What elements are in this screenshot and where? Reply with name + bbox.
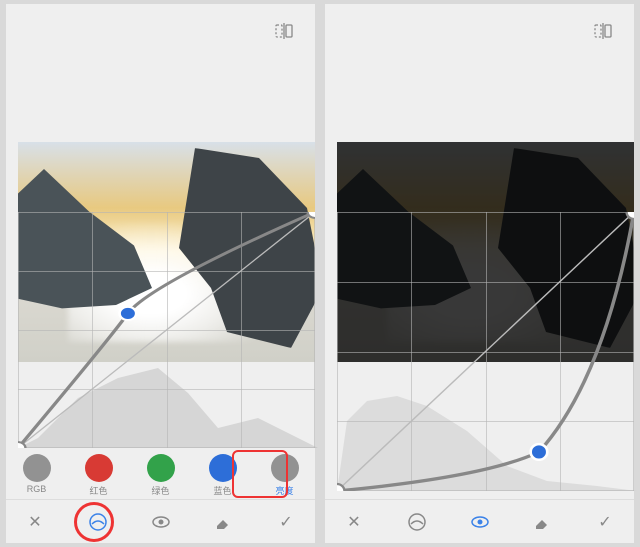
bottom-toolbar: ✕ ✓	[325, 499, 634, 543]
channel-label: 亮度	[275, 484, 293, 497]
eraser-icon[interactable]	[212, 511, 234, 533]
channel-luminance[interactable]: 亮度	[262, 454, 308, 497]
top-toolbar	[325, 4, 634, 58]
compare-icon[interactable]	[594, 22, 612, 40]
curves-canvas[interactable]	[6, 58, 315, 448]
check-icon[interactable]: ✓	[594, 511, 616, 533]
channel-label: 绿色	[151, 484, 169, 497]
curve-handle-mid[interactable]	[531, 444, 548, 460]
channel-label: 蓝色	[213, 484, 231, 497]
curves-editor-right: ✕ ✓	[325, 4, 634, 543]
tone-curve[interactable]	[18, 212, 315, 448]
eraser-icon[interactable]	[531, 511, 553, 533]
channel-rgb[interactable]: RGB	[14, 454, 60, 497]
top-toolbar	[6, 4, 315, 58]
curves-canvas[interactable]	[325, 58, 634, 491]
style-icon[interactable]	[87, 511, 109, 533]
channel-label: RGB	[27, 484, 47, 494]
channel-swatches: RGB 红色 绿色 蓝色 亮度	[6, 448, 315, 499]
check-icon[interactable]: ✓	[275, 511, 297, 533]
channel-red[interactable]: 红色	[76, 454, 122, 497]
eye-icon[interactable]	[150, 511, 172, 533]
tone-curve[interactable]	[337, 212, 634, 491]
style-icon[interactable]	[406, 511, 428, 533]
close-icon[interactable]: ✕	[24, 511, 46, 533]
bottom-toolbar: ✕ ✓	[6, 499, 315, 543]
channel-green[interactable]: 绿色	[138, 454, 184, 497]
channel-blue[interactable]: 蓝色	[200, 454, 246, 497]
channel-label: 红色	[89, 484, 107, 497]
close-icon[interactable]: ✕	[343, 511, 365, 533]
curves-editor-left: RGB 红色 绿色 蓝色 亮度 ✕ ✓	[6, 4, 315, 543]
compare-icon[interactable]	[275, 22, 293, 40]
eye-icon[interactable]	[469, 511, 491, 533]
curve-handle-mid[interactable]	[120, 307, 137, 320]
